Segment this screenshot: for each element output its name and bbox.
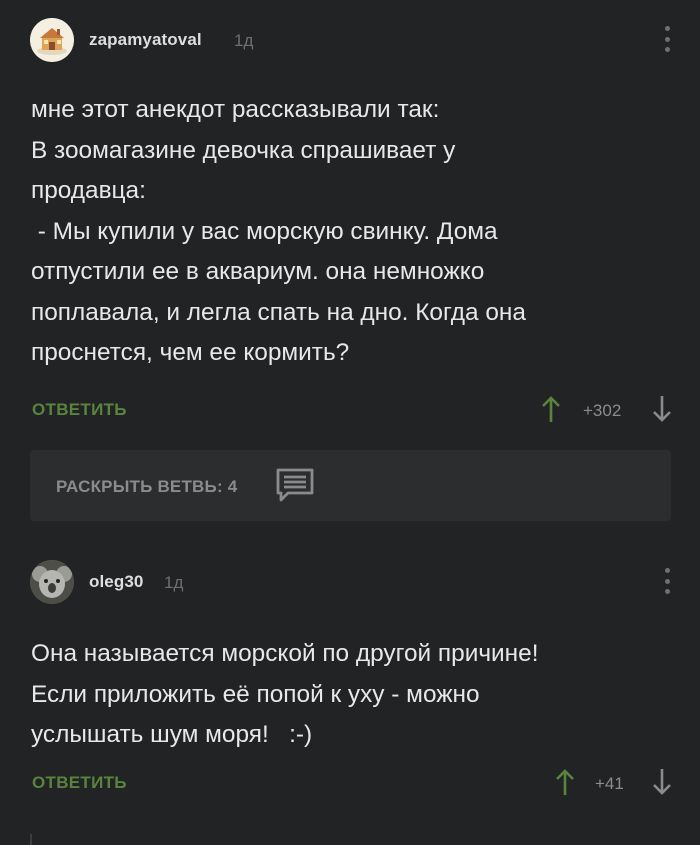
comment-text-line: Если приложить её попой к уху - можно [31, 680, 480, 708]
reply-button[interactable]: ОТВЕТИТЬ [32, 400, 127, 420]
reply-button[interactable]: ОТВЕТИТЬ [32, 773, 127, 793]
kebab-menu-icon[interactable] [662, 568, 672, 594]
arrow-down-icon[interactable] [652, 394, 672, 424]
comment-text: мне этот анекдот рассказывали так: В зоо… [31, 90, 671, 374]
comment-text-line: В зоомагазине девочка спрашивает у [31, 136, 456, 164]
expand-thread-label: РАСКРЫТЬ ВЕТВЬ: 4 [56, 477, 238, 496]
koala-avatar-icon [30, 560, 74, 604]
kebab-menu-icon[interactable] [662, 26, 672, 52]
comment-time: 1д [234, 31, 254, 50]
rating-count: +302 [583, 401, 622, 420]
comment-time: 1д [164, 573, 184, 592]
comment-text-line: Она называется морской по другой причине… [31, 640, 539, 667]
comment-text: Она называется морской по другой причине… [31, 634, 671, 756]
username[interactable]: zapamyatoval [89, 30, 202, 50]
comment-text-line: отпустили ее в аквариум. она немножко [31, 258, 485, 285]
username[interactable]: oleg30 [89, 572, 143, 592]
comment-text-line: услышать шум моря! :-) [31, 721, 313, 748]
expand-thread-button[interactable]: РАСКРЫТЬ ВЕТВЬ: 4 [30, 450, 671, 521]
avatar[interactable] [30, 18, 74, 62]
comment-actions: ОТВЕТИТЬ +41 [32, 765, 675, 801]
rating-count: +41 [595, 774, 624, 793]
arrow-up-icon[interactable] [541, 394, 561, 424]
comment-actions: ОТВЕТИТЬ +302 [32, 392, 675, 428]
comment-header: oleg30 1д [30, 545, 670, 625]
comment-text-line: поплавала, и легла спать на дно. Когда о… [31, 298, 526, 326]
comment-text-line: проснется, чем ее кормить? [31, 339, 350, 366]
comment-text-line: - Мы купили у вас морскую свинку. Дома [31, 217, 498, 245]
comment-lines-icon [276, 468, 314, 502]
house-drawing-avatar-icon [30, 18, 74, 62]
comment-text-line: мне этот анекдот рассказывали так: [31, 96, 440, 123]
comment-header: zapamyatoval 1д [30, 0, 670, 80]
arrow-down-icon[interactable] [652, 767, 672, 797]
arrow-up-icon[interactable] [555, 767, 575, 797]
comment-text-line: продавца: [31, 177, 146, 204]
thread-line [30, 834, 32, 845]
avatar[interactable] [30, 560, 74, 604]
